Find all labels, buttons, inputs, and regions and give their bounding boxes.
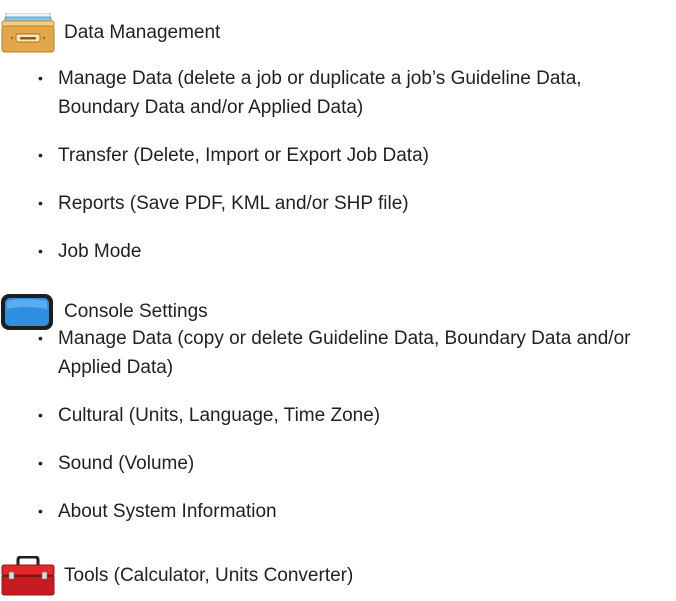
- section-header-data-management: Data Management: [0, 12, 221, 53]
- bullet-dot: •: [38, 70, 43, 86]
- section-title: Tools (Calculator, Units Converter): [64, 565, 354, 586]
- list-item-text: About System Information: [58, 501, 277, 522]
- list-item: • Transfer (Delete, Import or Export Job…: [0, 141, 658, 170]
- bullet-dot: •: [38, 243, 43, 259]
- section-title: Console Settings: [64, 301, 208, 322]
- bullet-dot: •: [38, 195, 43, 211]
- bullet-dot: •: [38, 330, 43, 346]
- bullet-dot: •: [38, 407, 43, 423]
- list-item: • About System Information: [0, 497, 658, 526]
- list-item: • Job Mode: [0, 237, 658, 266]
- list-item-text: Job Mode: [58, 241, 142, 262]
- list-item-text: Cultural (Units, Language, Time Zone): [58, 405, 381, 426]
- bullet-dot: •: [38, 503, 43, 519]
- bullet-list-data-management: • Manage Data (delete a job or duplicate…: [0, 64, 658, 266]
- list-item: • Manage Data (copy or delete Guideline …: [0, 324, 658, 382]
- document-page: Data Management • Manage Data (delete a …: [0, 0, 676, 601]
- list-item: • Cultural (Units, Language, Time Zone): [0, 401, 658, 430]
- bullet-list-console-settings: • Manage Data (copy or delete Guideline …: [0, 324, 658, 526]
- section-title: Data Management: [64, 22, 221, 43]
- list-item-text: Manage Data (copy or delete Guideline Da…: [58, 328, 631, 378]
- list-item-text: Manage Data (delete a job or duplicate a…: [58, 68, 582, 118]
- red-toolbox-icon: [0, 555, 64, 596]
- file-box-icon: [0, 12, 64, 53]
- list-item: • Manage Data (delete a job or duplicate…: [0, 64, 658, 122]
- list-item-text: Sound (Volume): [58, 453, 195, 474]
- bullet-dot: •: [38, 147, 43, 163]
- list-item: • Reports (Save PDF, KML and/or SHP file…: [0, 189, 658, 218]
- list-item-text: Transfer (Delete, Import or Export Job D…: [58, 145, 429, 166]
- list-item-text: Reports (Save PDF, KML and/or SHP file): [58, 193, 409, 214]
- list-item: • Sound (Volume): [0, 449, 658, 478]
- bullet-dot: •: [38, 455, 43, 471]
- section-header-tools: Tools (Calculator, Units Converter): [0, 555, 354, 596]
